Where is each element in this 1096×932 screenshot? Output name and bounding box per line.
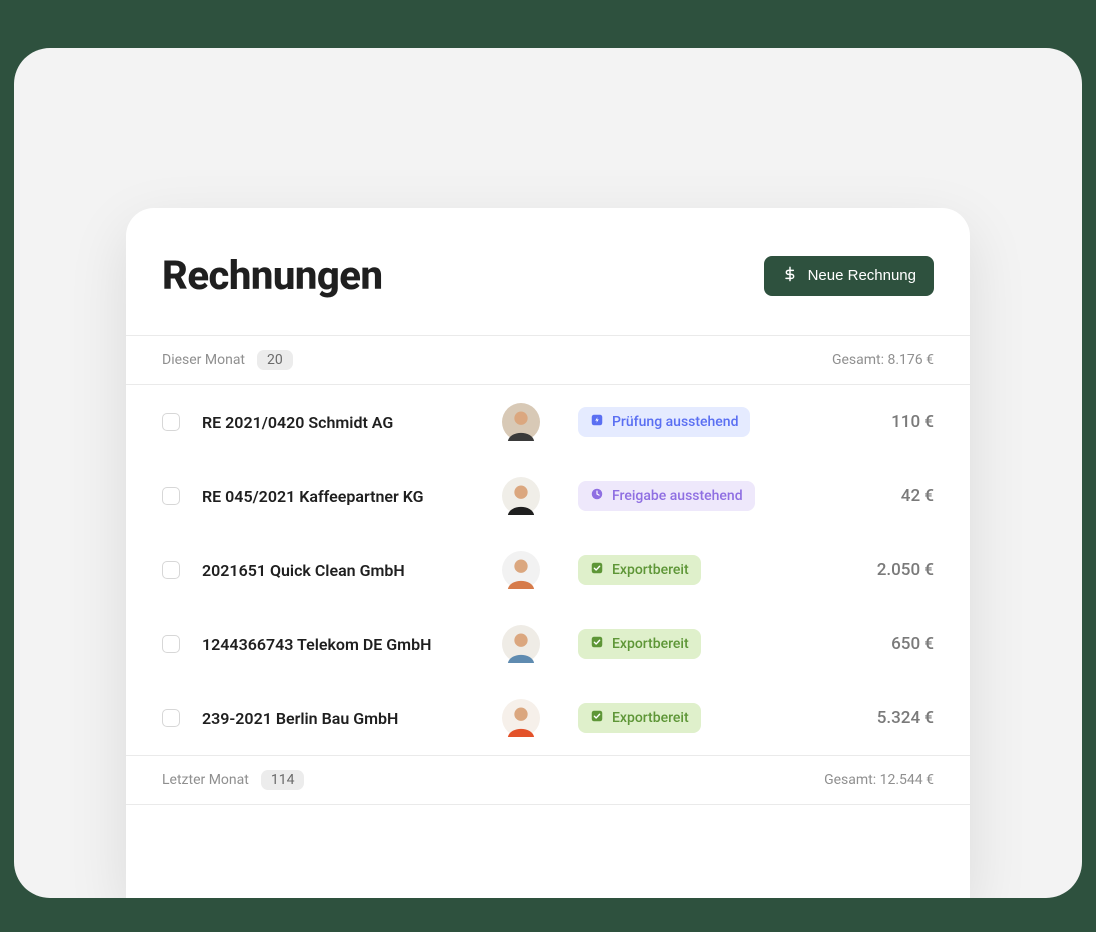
invoice-row[interactable]: RE 045/2021 Kaffeepartner KG Freigabe au… [126, 459, 970, 533]
section-left: Dieser Monat 20 [162, 350, 293, 370]
invoice-amount: 650 € [814, 634, 934, 654]
status-badge: Freigabe ausstehend [578, 481, 755, 511]
invoice-row[interactable]: 239-2021 Berlin Bau GmbH Exportbereit 5.… [126, 681, 970, 755]
avatar [502, 477, 540, 515]
review-pending-icon [590, 413, 604, 431]
section-label: Dieser Monat [162, 352, 245, 368]
page-title: Rechnungen [162, 252, 383, 299]
section-total: Gesamt: 8.176 € [832, 352, 934, 368]
row-checkbox[interactable] [162, 561, 180, 579]
invoice-title: 1244366743 Telekom DE GmbH [202, 635, 486, 654]
row-checkbox[interactable] [162, 413, 180, 431]
status-badge: Prüfung ausstehend [578, 407, 750, 437]
new-invoice-button[interactable]: Neue Rechnung [764, 256, 934, 296]
avatar [502, 699, 540, 737]
row-checkbox[interactable] [162, 487, 180, 505]
status-badge: Exportbereit [578, 555, 701, 585]
section-left: Letzter Monat 114 [162, 770, 304, 790]
new-invoice-label: Neue Rechnung [808, 267, 916, 284]
invoices-panel: Rechnungen Neue Rechnung Dieser Monat 20… [126, 208, 970, 898]
export-ready-icon [590, 635, 604, 653]
avatar [502, 403, 540, 441]
invoice-row[interactable]: 2021651 Quick Clean GmbH Exportbereit 2.… [126, 533, 970, 607]
invoice-amount: 2.050 € [814, 560, 934, 580]
row-checkbox[interactable] [162, 709, 180, 727]
dollar-icon [782, 266, 798, 286]
invoice-title: RE 045/2021 Kaffeepartner KG [202, 487, 486, 506]
invoice-amount: 42 € [814, 486, 934, 506]
export-ready-icon [590, 709, 604, 727]
status-badge: Exportbereit [578, 703, 701, 733]
invoice-amount: 5.324 € [814, 708, 934, 728]
app-frame: Rechnungen Neue Rechnung Dieser Monat 20… [14, 48, 1082, 898]
panel-header: Rechnungen Neue Rechnung [126, 208, 970, 335]
section-total: Gesamt: 12.544 € [824, 772, 934, 788]
section-count-badge: 20 [257, 350, 293, 370]
row-checkbox[interactable] [162, 635, 180, 653]
invoice-row[interactable]: RE 2021/0420 Schmidt AG Prüfung ausstehe… [126, 385, 970, 459]
invoice-amount: 110 € [814, 412, 934, 432]
status-label: Freigabe ausstehend [612, 488, 743, 504]
avatar [502, 551, 540, 589]
avatar [502, 625, 540, 663]
status-label: Exportbereit [612, 710, 689, 726]
section-count-badge: 114 [261, 770, 305, 790]
invoice-title: 2021651 Quick Clean GmbH [202, 561, 486, 580]
section-header: Letzter Monat 114 Gesamt: 12.544 € [126, 755, 970, 805]
status-label: Prüfung ausstehend [612, 414, 738, 430]
section-label: Letzter Monat [162, 772, 249, 788]
status-label: Exportbereit [612, 636, 689, 652]
invoice-row[interactable]: 1244366743 Telekom DE GmbH Exportbereit … [126, 607, 970, 681]
approval-pending-icon [590, 487, 604, 505]
sections: Dieser Monat 20 Gesamt: 8.176 € RE 2021/… [126, 335, 970, 805]
invoice-title: 239-2021 Berlin Bau GmbH [202, 709, 486, 728]
invoice-title: RE 2021/0420 Schmidt AG [202, 413, 486, 432]
section-header: Dieser Monat 20 Gesamt: 8.176 € [126, 335, 970, 385]
section-rows: RE 2021/0420 Schmidt AG Prüfung ausstehe… [126, 385, 970, 755]
status-label: Exportbereit [612, 562, 689, 578]
export-ready-icon [590, 561, 604, 579]
status-badge: Exportbereit [578, 629, 701, 659]
